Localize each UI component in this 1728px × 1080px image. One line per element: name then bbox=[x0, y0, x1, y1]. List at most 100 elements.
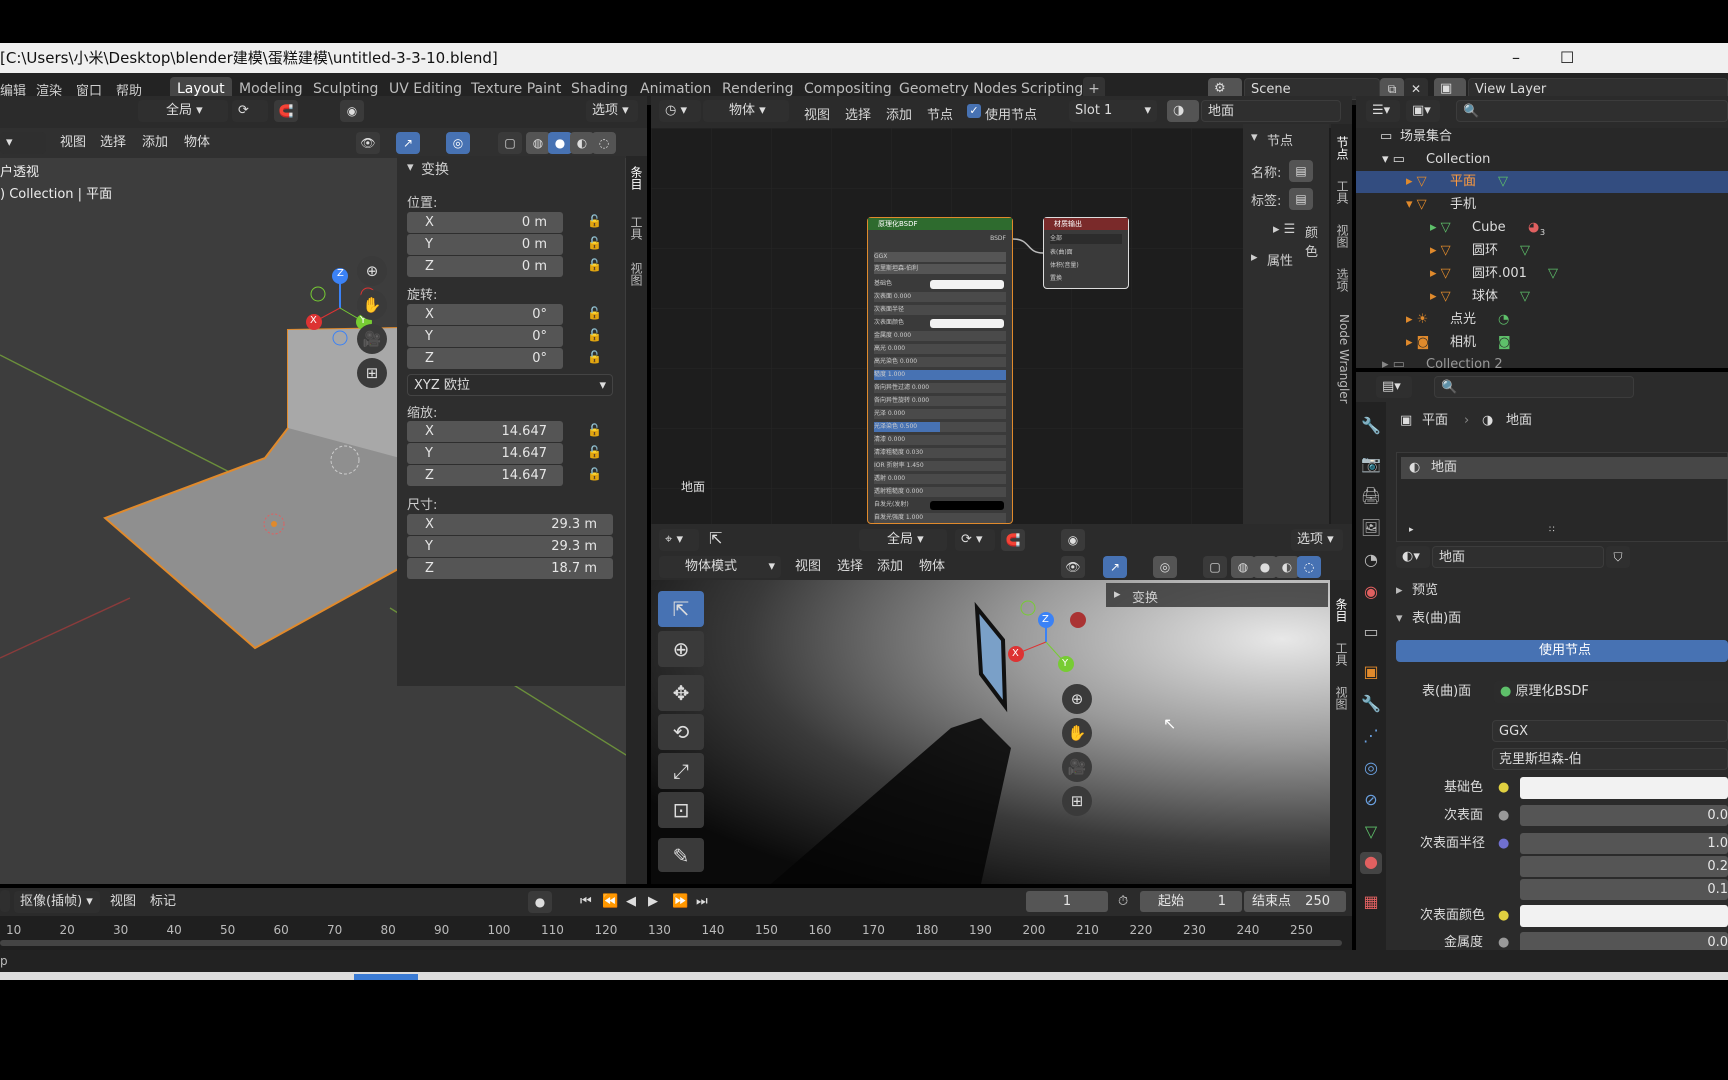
distribution-dropdown[interactable]: GGX bbox=[1492, 720, 1728, 742]
use-nodes-button[interactable]: 使用节点 bbox=[1396, 640, 1728, 662]
select-tool-icon[interactable]: ⇱ bbox=[709, 529, 722, 548]
data-icon[interactable]: ▽ bbox=[1360, 822, 1382, 844]
properties-editor[interactable]: ▤▾ 🔍 🔧 📷 🖨 🖼 ◔ ◉ ▭ ▣ 🔧 ⋰ ◎ ⊘ ▽ ● ▦ ▣ 平面 … bbox=[1356, 372, 1728, 950]
texture-icon[interactable]: ▦ bbox=[1360, 892, 1382, 914]
camera-view-icon[interactable]: 🎥 bbox=[1062, 752, 1092, 782]
lock-icon[interactable]: 🔓 bbox=[587, 445, 603, 461]
tab-node-wrangler[interactable]: Node Wrangler bbox=[1333, 314, 1351, 404]
overlay-toggle-icon[interactable]: ◎ bbox=[446, 132, 470, 154]
socket-icon[interactable]: ● bbox=[1498, 932, 1509, 950]
node-row[interactable]: 光泽 0.000 bbox=[874, 409, 1006, 419]
node-row[interactable]: 各向异性旋转 0.000 bbox=[874, 396, 1006, 406]
node-menu-view[interactable]: 视图 bbox=[804, 104, 830, 123]
scale-tool-icon[interactable]: ⤢ bbox=[658, 753, 704, 789]
scene-icon[interactable]: ◔ bbox=[1360, 550, 1382, 572]
node-props-arrow[interactable]: ▸ bbox=[1251, 250, 1258, 265]
editor-type-icon[interactable]: ⌖ ▾ bbox=[659, 529, 699, 551]
jump-start-icon[interactable]: ⏮ bbox=[580, 891, 592, 913]
select-box-tool-icon[interactable]: ⇱ bbox=[658, 591, 704, 627]
move-tool-icon[interactable]: ✥ bbox=[658, 675, 704, 711]
3d-viewport-left[interactable]: 全局 ▾ ⟳ 🧲 ◉ 选项 ▾ ▾ 视图 选择 添加 物体 👁 ↗ ◎ ▢ ◍ … bbox=[0, 96, 647, 884]
preview-section[interactable]: 预览 bbox=[1412, 580, 1438, 602]
ortho-grid-icon[interactable]: ⊞ bbox=[1062, 786, 1092, 816]
transform-orientation-dropdown[interactable]: 全局 ▾ bbox=[138, 100, 228, 122]
transform-tool-icon[interactable]: ⊡ bbox=[658, 792, 704, 828]
node-row[interactable]: 自发光强度 1.000 bbox=[874, 513, 1006, 523]
minimize-button[interactable]: – bbox=[1512, 43, 1520, 73]
material-name-field[interactable]: 地面 bbox=[1432, 546, 1604, 568]
output-target-dropdown[interactable]: 全部 bbox=[1050, 234, 1122, 244]
keying-dropdown[interactable]: 抠像(插帧) ▾ bbox=[14, 891, 100, 913]
tab-view[interactable]: 视图 bbox=[1332, 686, 1350, 710]
lock-icon[interactable]: 🔓 bbox=[587, 258, 603, 274]
snap-icon[interactable]: 🧲 bbox=[1001, 529, 1025, 551]
material-name-field[interactable]: 地面 bbox=[1201, 100, 1341, 122]
outliner-item-collection-2[interactable]: Collection 2 bbox=[1426, 354, 1503, 368]
proportional-edit-icon[interactable]: ◉ bbox=[340, 100, 364, 122]
tab-node[interactable]: 节点 bbox=[1333, 136, 1351, 160]
node-menu-add[interactable]: 添加 bbox=[886, 104, 912, 123]
node-row[interactable]: 糙度 1.000 bbox=[874, 370, 1006, 380]
preview-range-icon[interactable]: ⏱ bbox=[1118, 891, 1128, 913]
editor-type-dropdown[interactable]: ▾ bbox=[0, 132, 46, 154]
pivot-point-icon[interactable]: ⟳ ▾ bbox=[955, 529, 995, 551]
start-frame-field[interactable]: 起始 1 bbox=[1140, 891, 1242, 912]
node-row[interactable]: IOR 折射率 1.450 bbox=[874, 461, 1006, 471]
material-shading-icon[interactable]: ◐ bbox=[570, 132, 594, 154]
location-x-field[interactable]: X 0 m bbox=[407, 212, 563, 233]
preview-arrow[interactable]: ▸ bbox=[1396, 580, 1403, 602]
xray-icon[interactable]: ▢ bbox=[1203, 556, 1227, 578]
dimension-y-field[interactable]: Y 29.3 m bbox=[407, 536, 613, 557]
tab-item[interactable]: 条目 bbox=[1332, 598, 1350, 622]
visibility-eye-icon[interactable]: 👁 bbox=[1061, 556, 1085, 578]
node-menu-node[interactable]: 节点 bbox=[927, 104, 953, 123]
viewport-options-dropdown[interactable]: 选项 ▾ bbox=[1291, 529, 1343, 551]
subsurface-radius-field[interactable]: 1.0 bbox=[1520, 833, 1728, 854]
render-transform-arrow[interactable]: ▸ bbox=[1114, 587, 1121, 602]
subsurface-radius-field[interactable]: 0.2 bbox=[1520, 856, 1728, 877]
socket-icon[interactable]: ● bbox=[1498, 833, 1509, 855]
tab-view[interactable]: 视图 bbox=[1333, 224, 1351, 248]
editor-type-icon[interactable]: ◷ ▾ bbox=[659, 100, 701, 122]
solid-shading-icon[interactable]: ● bbox=[548, 132, 572, 154]
node-section-arrow[interactable]: ▾ bbox=[1251, 130, 1258, 145]
outliner-item-point-light[interactable]: 点光 bbox=[1450, 309, 1476, 331]
node-menu-select[interactable]: 选择 bbox=[845, 104, 871, 123]
lock-icon[interactable]: 🔓 bbox=[587, 328, 603, 344]
subsurface-color-swatch[interactable] bbox=[930, 319, 1004, 328]
rendered-shading-icon[interactable]: ◌ bbox=[592, 132, 616, 154]
base-color-swatch[interactable] bbox=[1520, 777, 1728, 799]
dimension-z-field[interactable]: Z 18.7 m bbox=[407, 558, 613, 579]
list-expand-arrow[interactable]: ▸ bbox=[1409, 519, 1414, 541]
render-menu-add[interactable]: 添加 bbox=[877, 556, 903, 578]
record-icon[interactable]: ● bbox=[528, 891, 552, 913]
gizmo-toggle-icon[interactable]: ↗ bbox=[1103, 556, 1127, 578]
lock-icon[interactable]: 🔓 bbox=[587, 214, 603, 230]
object-icon[interactable]: ▣ bbox=[1360, 662, 1382, 684]
current-frame-field[interactable]: 1 bbox=[1026, 891, 1108, 912]
render-menu-object[interactable]: 物体 bbox=[919, 556, 945, 578]
outliner-item-cube[interactable]: Cube bbox=[1472, 217, 1506, 239]
node-row[interactable]: 高光 0.000 bbox=[874, 344, 1006, 354]
proportional-edit-icon[interactable]: ◉ bbox=[1061, 529, 1085, 551]
modifier-icon[interactable]: 🔧 bbox=[1360, 694, 1382, 716]
rendered-shading-icon[interactable]: ◌ bbox=[1297, 556, 1321, 578]
expand-arrow[interactable]: ▾ ▭ bbox=[1382, 149, 1405, 171]
node-row[interactable]: 克里斯坦森-伯利 bbox=[874, 264, 1006, 274]
next-keyframe-icon[interactable]: ⏩ bbox=[672, 891, 688, 913]
world-icon[interactable]: ◉ bbox=[1360, 582, 1382, 604]
principled-bsdf-node[interactable]: 原理化BSDF BSDF GGX 克里斯坦森-伯利 基础色 次表面 0.000 … bbox=[867, 217, 1013, 524]
slot-dropdown[interactable]: Slot 1 ▾ bbox=[1069, 100, 1157, 122]
subsurface-radius-field[interactable]: 0.1 bbox=[1520, 879, 1728, 900]
xray-icon[interactable]: ▢ bbox=[498, 132, 522, 154]
subsurface-method-dropdown[interactable]: 克里斯坦森-伯 bbox=[1492, 748, 1728, 770]
rotation-x-field[interactable]: X 0° bbox=[407, 304, 563, 325]
annotate-tool-icon[interactable]: ✎ bbox=[658, 838, 704, 872]
list-resize-handle[interactable]: ∷ bbox=[1549, 519, 1555, 541]
timeline-menu-view[interactable]: 视图 bbox=[110, 891, 136, 913]
material-browse-icon[interactable]: ◐▾ bbox=[1396, 546, 1430, 568]
editor-type-icon[interactable] bbox=[0, 890, 10, 912]
subsurface-field[interactable]: 0.0 bbox=[1520, 805, 1728, 826]
render-menu-view[interactable]: 视图 bbox=[795, 556, 821, 578]
location-y-field[interactable]: Y 0 m bbox=[407, 234, 563, 255]
